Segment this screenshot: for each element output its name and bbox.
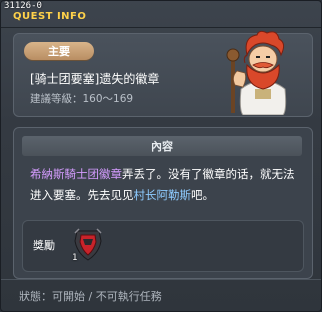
quest-name: [骑士团要塞]遗失的徽章 [30,72,160,86]
quest-id: 31126-0 [4,1,42,11]
npc-portrait-icon [226,30,287,115]
quest-status: 狀態：可開始 / 不可執行任務 [19,290,162,303]
footer-divider [1,279,321,280]
content-section-header: 內容 [22,136,302,156]
description-end: 吧。 [191,188,214,202]
quest-level-range: 建議等級：160～169 [30,93,134,105]
window-title: QUEST INFO [13,11,87,22]
highlight-npc-link[interactable]: 村长阿勒斯 [134,188,192,202]
reward-label: 獎勵 [33,239,55,252]
quest-info-window: 31126-0 QUEST INFO 主要 [骑士团要塞]遗失的徽章 建議等級：… [0,0,322,312]
reward-panel: 獎勵 1 [22,220,304,272]
quest-description: 希納斯騎士团徽章弄丢了。没有了徽章的话，就无法进入要塞。先去见见村长阿勒斯吧。 [30,164,302,206]
reward-item-slot[interactable]: 1 [71,227,105,263]
quest-content-panel: 內容 希納斯騎士团徽章弄丢了。没有了徽章的话，就无法进入要塞。先去见见村长阿勒斯… [13,127,313,279]
quest-type-badge: 主要 [24,42,94,60]
reward-item-count: 1 [72,253,78,263]
highlight-emblem: 希納斯騎士团徽章 [30,167,122,181]
